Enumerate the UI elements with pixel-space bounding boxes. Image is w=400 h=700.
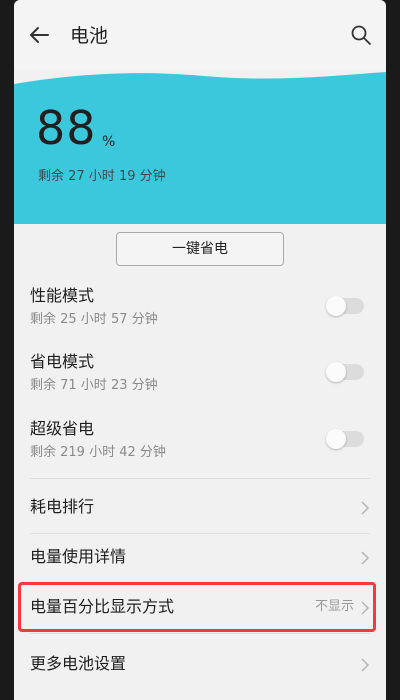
list-item-label: 更多电池设置 <box>30 654 127 673</box>
list-item-label: 电量百分比显示方式 <box>30 597 175 616</box>
search-button[interactable] <box>346 20 376 50</box>
percentage-display-value: 不显示 <box>314 599 354 614</box>
list-item-percentage-display[interactable]: 电量百分比显示方式 不显示 <box>14 583 386 633</box>
mode-title: 超级省电 <box>30 419 95 438</box>
chevron-right-icon <box>361 551 370 565</box>
mode-row-power-save: 省电模式 剩余 71 小时 23 分钟 <box>14 350 386 412</box>
list-divider <box>30 633 370 634</box>
section-divider <box>30 478 370 479</box>
one-key-power-save-button[interactable]: 一键省电 <box>116 232 284 266</box>
phone-screen: 电池 88 % 剩余 27 小时 19 分钟 一键省电 性能模式 剩余 25 小… <box>14 0 386 700</box>
mode-title: 省电模式 <box>30 352 95 371</box>
performance-mode-toggle[interactable] <box>326 296 364 316</box>
mode-row-performance: 性能模式 剩余 25 小时 57 分钟 <box>14 284 386 346</box>
list-item-usage-details[interactable]: 电量使用详情 <box>14 533 386 583</box>
list-item-label: 电量使用详情 <box>30 547 127 566</box>
mode-subtitle: 剩余 71 小时 23 分钟 <box>30 378 158 393</box>
chevron-right-icon <box>361 501 370 515</box>
search-icon <box>351 25 371 45</box>
arrow-left-icon <box>30 27 49 43</box>
mode-subtitle: 剩余 25 小时 57 分钟 <box>30 312 158 327</box>
mode-subtitle: 剩余 219 小时 42 分钟 <box>30 445 166 460</box>
mode-row-super-power-save: 超级省电 剩余 219 小时 42 分钟 <box>14 417 386 479</box>
app-header: 电池 <box>14 0 386 70</box>
battery-percent-value: 88 <box>36 101 97 155</box>
battery-status-panel: 88 % 剩余 27 小时 19 分钟 <box>14 70 386 224</box>
list-item-more-battery-settings[interactable]: 更多电池设置 <box>14 640 386 690</box>
super-power-save-toggle[interactable] <box>326 429 364 449</box>
toggle-knob <box>326 429 346 449</box>
battery-remaining-time: 剩余 27 小时 19 分钟 <box>38 169 166 184</box>
chevron-right-icon <box>361 658 370 672</box>
toggle-knob <box>326 362 346 382</box>
page-title: 电池 <box>70 25 109 47</box>
back-button[interactable] <box>24 20 54 50</box>
chevron-right-icon <box>361 601 370 615</box>
mode-title: 性能模式 <box>30 286 95 305</box>
battery-percent-unit: % <box>102 134 116 150</box>
list-item-label: 耗电排行 <box>30 497 95 516</box>
list-item-power-ranking[interactable]: 耗电排行 <box>14 483 386 533</box>
toggle-knob <box>326 296 346 316</box>
power-save-mode-toggle[interactable] <box>326 362 364 382</box>
